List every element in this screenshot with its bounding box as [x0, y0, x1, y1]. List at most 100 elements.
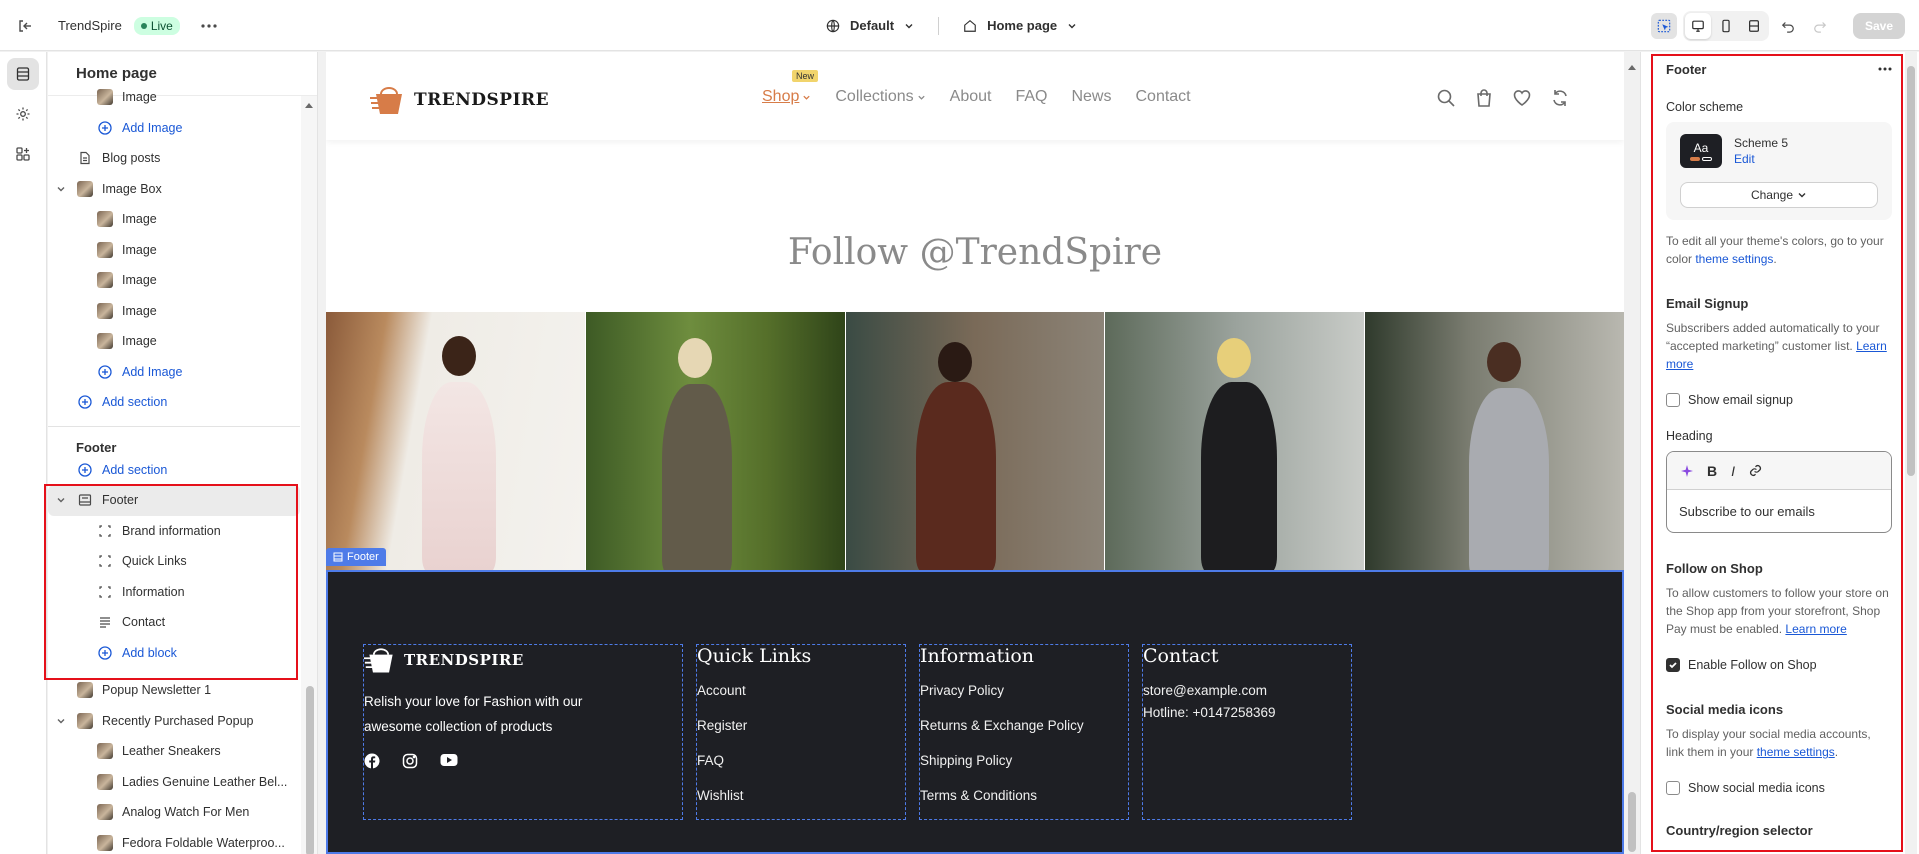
panel-title: Footer: [1666, 61, 1707, 77]
block-item[interactable]: Image: [48, 296, 300, 327]
footer-block-item[interactable]: Contact: [48, 607, 300, 638]
footer-link[interactable]: Returns & Exchange Policy: [920, 718, 1128, 753]
footer-information-block[interactable]: Information Privacy Policy Returns & Exch…: [919, 644, 1129, 820]
theme-settings-tab[interactable]: [7, 98, 39, 130]
compare-refresh-icon[interactable]: [1550, 88, 1570, 108]
gear-icon: [16, 107, 30, 121]
add-block-button[interactable]: Add block: [48, 638, 300, 669]
theme-settings-link[interactable]: theme settings: [1757, 745, 1835, 759]
heading-value[interactable]: Subscribe to our emails: [1667, 490, 1891, 532]
theme-settings-link[interactable]: theme settings: [1695, 252, 1773, 266]
footer-section-item[interactable]: Footer: [48, 485, 300, 516]
block-item[interactable]: Image: [48, 265, 300, 296]
link-icon[interactable]: [1749, 464, 1762, 477]
heading-editor[interactable]: B I Subscribe to our emails: [1666, 451, 1892, 533]
enable-follow-on-shop-checkbox[interactable]: Enable Follow on Shop: [1666, 658, 1892, 672]
section-item[interactable]: Recently Purchased Popup: [48, 706, 300, 737]
scheme-name: Scheme 5: [1734, 136, 1789, 150]
search-icon[interactable]: [1436, 88, 1456, 108]
youtube-icon[interactable]: [440, 753, 458, 767]
show-email-signup-checkbox[interactable]: Show email signup: [1666, 393, 1892, 407]
save-button[interactable]: Save: [1852, 12, 1905, 39]
redo-button[interactable]: [1807, 13, 1833, 39]
color-scheme-card: Aa Scheme 5 Edit Change: [1666, 122, 1892, 220]
store-preview: TRENDSPIRE Shop New Collections About FAQ New…: [326, 52, 1624, 854]
check-icon: [1669, 662, 1677, 669]
add-image-button[interactable]: Add Image: [48, 357, 300, 388]
section-item[interactable]: Popup Newsletter 1: [48, 675, 300, 706]
add-section-button[interactable]: Add section: [48, 455, 300, 486]
contact-email[interactable]: store@example.com: [1143, 683, 1351, 705]
section-item[interactable]: Blog posts: [48, 143, 300, 174]
nav-link-shop[interactable]: Shop New: [762, 70, 819, 106]
inspector-toggle-button[interactable]: [1650, 12, 1677, 39]
undo-button[interactable]: [1775, 13, 1801, 39]
ai-sparkle-icon[interactable]: [1681, 464, 1693, 477]
mobile-view-button[interactable]: [1713, 13, 1739, 39]
nav-link-collections[interactable]: Collections: [835, 88, 925, 106]
footer-contact-block[interactable]: Contact store@example.com Hotline: +0147…: [1142, 644, 1352, 820]
preview-scrollbar[interactable]: [1626, 52, 1638, 854]
bold-icon[interactable]: B: [1707, 463, 1717, 479]
footer-link[interactable]: Terms & Conditions: [920, 788, 1128, 823]
block-item[interactable]: Leather Sneakers: [48, 736, 300, 767]
block-item[interactable]: Fedora Foldable Waterproo...: [48, 828, 300, 854]
page-selector[interactable]: Home page: [963, 18, 1077, 33]
footer-block-item[interactable]: Quick Links: [48, 546, 300, 577]
block-item[interactable]: Image: [48, 82, 300, 113]
learn-more-link[interactable]: Learn more: [1785, 622, 1846, 636]
contact-hotline: Hotline: +0147258369: [1143, 705, 1276, 720]
store-logo[interactable]: TRENDSPIRE: [370, 84, 549, 116]
nav-link-faq[interactable]: FAQ: [1015, 88, 1047, 106]
nav-link-about[interactable]: About: [950, 88, 992, 106]
add-section-button[interactable]: Add section: [48, 387, 300, 418]
sections-tab[interactable]: [7, 58, 39, 90]
shopping-bag-logo-icon: [364, 648, 393, 673]
sidebar-scrollbar[interactable]: [301, 96, 317, 854]
italic-icon[interactable]: I: [1731, 463, 1735, 479]
gallery-image[interactable]: [1365, 312, 1624, 570]
block-item[interactable]: Image: [48, 235, 300, 266]
nav-link-news[interactable]: News: [1071, 88, 1111, 106]
fullscreen-view-button[interactable]: [1741, 13, 1767, 39]
more-icon[interactable]: [1878, 67, 1892, 71]
footer-link[interactable]: Account: [697, 683, 905, 718]
social-media-heading: Social media icons: [1666, 702, 1784, 717]
footer-block-item[interactable]: Brand information: [48, 516, 300, 547]
section-item[interactable]: Image Box: [48, 174, 300, 205]
block-item[interactable]: Image: [48, 204, 300, 235]
facebook-icon[interactable]: [364, 753, 380, 769]
footer-link[interactable]: Wishlist: [697, 788, 905, 823]
scheme-edit-link[interactable]: Edit: [1734, 152, 1788, 166]
block-item[interactable]: Analog Watch For Men: [48, 797, 300, 828]
instagram-icon[interactable]: [402, 753, 418, 769]
footer-section-tag[interactable]: Footer: [326, 548, 386, 566]
apps-tab[interactable]: [7, 138, 39, 170]
footer-block-item[interactable]: Information: [48, 577, 300, 608]
block-item[interactable]: Ladies Genuine Leather Bel...: [48, 767, 300, 798]
footer-link[interactable]: Privacy Policy: [920, 683, 1128, 718]
gallery-image[interactable]: [845, 312, 1105, 570]
wishlist-heart-icon[interactable]: [1512, 88, 1532, 108]
store-footer: TRENDSPIRE Relish your love for Fashion …: [326, 570, 1624, 854]
footer-link[interactable]: Shipping Policy: [920, 753, 1128, 788]
gallery-image[interactable]: [1105, 312, 1365, 570]
nav-link-contact[interactable]: Contact: [1135, 88, 1190, 106]
more-icon[interactable]: [198, 15, 220, 37]
theme-selector[interactable]: Default: [826, 18, 914, 33]
gallery-image[interactable]: [585, 312, 845, 570]
footer-quick-links-block[interactable]: Quick Links Account Register FAQ Wishlist: [696, 644, 906, 820]
change-scheme-button[interactable]: Change: [1680, 182, 1878, 208]
gallery-image[interactable]: [326, 312, 585, 570]
instagram-gallery: [326, 312, 1624, 570]
footer-link[interactable]: FAQ: [697, 753, 905, 788]
block-item[interactable]: Image: [48, 326, 300, 357]
footer-brand-block[interactable]: TRENDSPIRE Relish your love for Fashion …: [363, 644, 683, 820]
desktop-view-button[interactable]: [1684, 12, 1711, 39]
cart-bag-icon[interactable]: [1474, 88, 1494, 108]
show-social-icons-checkbox[interactable]: Show social media icons: [1666, 781, 1892, 795]
panel-scrollbar[interactable]: [1905, 52, 1917, 854]
add-image-button[interactable]: Add Image: [48, 113, 300, 144]
footer-link[interactable]: Register: [697, 718, 905, 753]
exit-icon[interactable]: [14, 15, 36, 37]
